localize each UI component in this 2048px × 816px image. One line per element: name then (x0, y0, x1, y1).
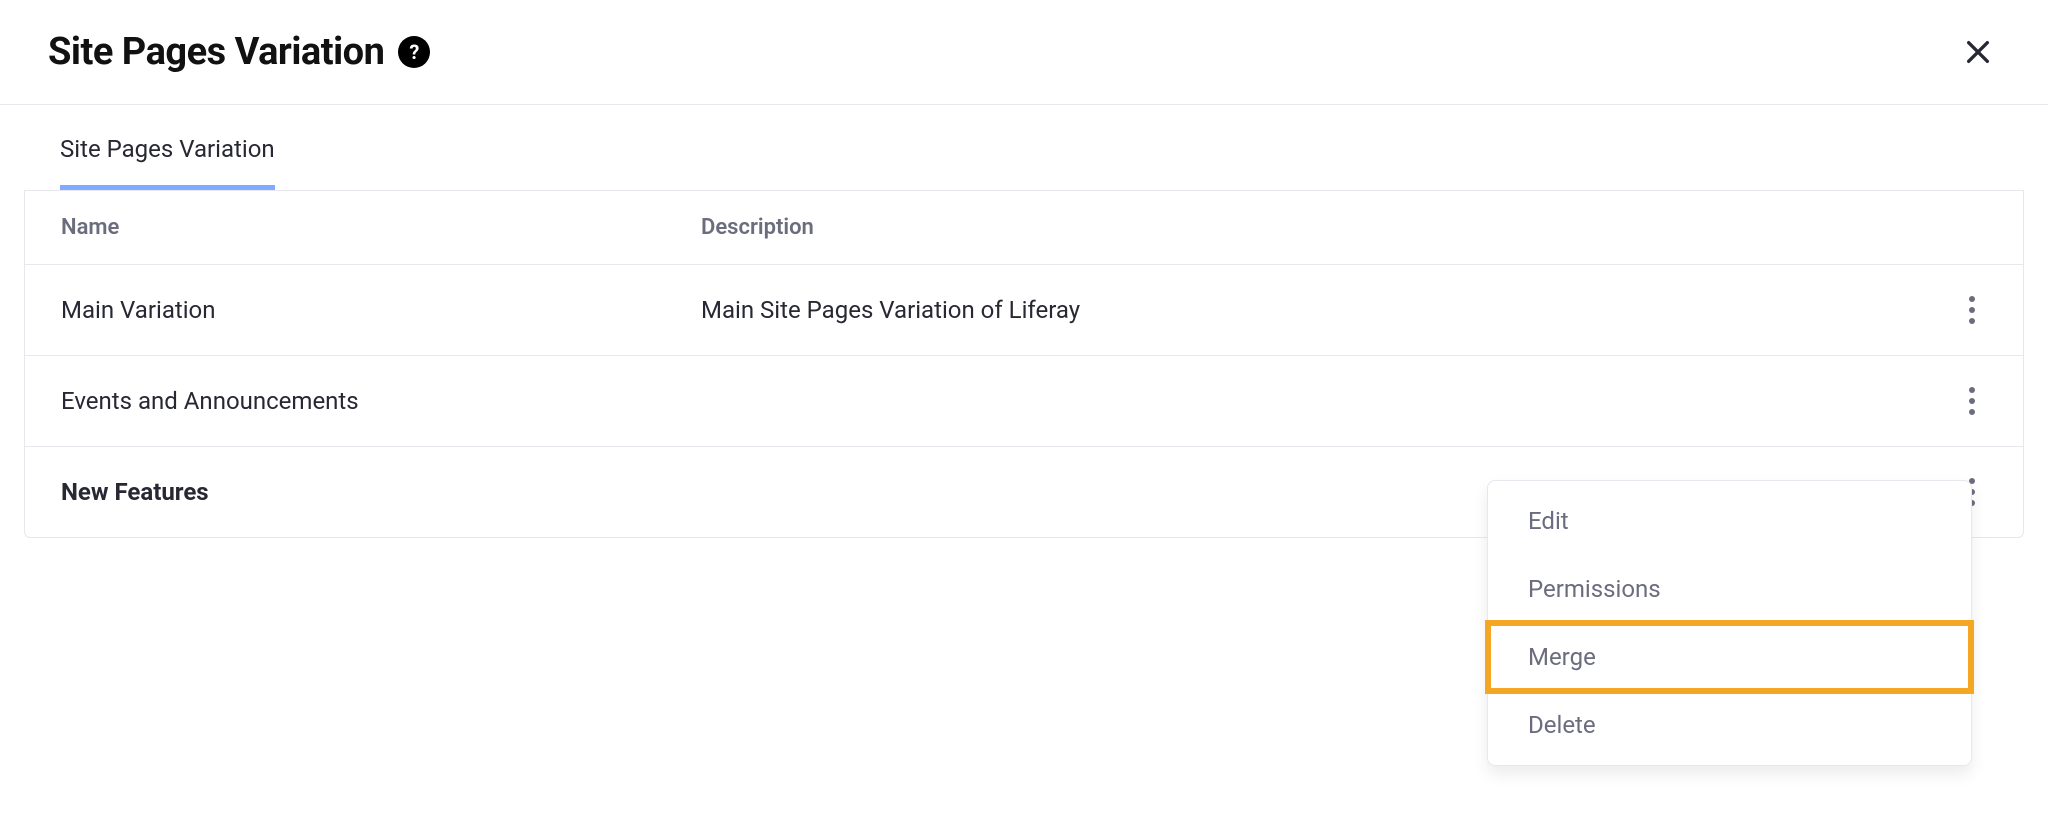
close-icon (1962, 36, 1994, 68)
tab-site-pages-variation[interactable]: Site Pages Variation (60, 135, 275, 190)
row-name[interactable]: Events and Announcements (61, 387, 701, 415)
table-row: Main Variation Main Site Pages Variation… (25, 265, 2023, 356)
column-header-name[interactable]: Name (61, 215, 701, 240)
row-name[interactable]: New Features (61, 478, 701, 506)
tabs: Site Pages Variation (24, 105, 2024, 190)
dropdown-item-permissions[interactable]: Permissions (1488, 555, 1971, 623)
page-title: Site Pages Variation (48, 30, 384, 74)
table-row: Events and Announcements (25, 356, 2023, 447)
row-actions-button[interactable] (1957, 386, 1987, 416)
header-left: Site Pages Variation ? (48, 30, 430, 74)
row-description: Main Site Pages Variation of Liferay (701, 296, 1927, 324)
help-icon[interactable]: ? (398, 36, 430, 68)
page-header: Site Pages Variation ? (0, 0, 2048, 105)
table-header: Name Description (25, 190, 2023, 265)
row-name[interactable]: Main Variation (61, 296, 701, 324)
content-area: Site Pages Variation Name Description Ma… (0, 105, 2048, 538)
dropdown-item-edit[interactable]: Edit (1488, 487, 1971, 555)
row-actions-button[interactable] (1957, 295, 1987, 325)
dropdown-item-delete[interactable]: Delete (1488, 691, 1971, 759)
column-header-description[interactable]: Description (701, 215, 1927, 240)
actions-dropdown: Edit Permissions Merge Delete (1487, 480, 1972, 766)
close-button[interactable] (1956, 30, 2000, 74)
dropdown-item-merge[interactable]: Merge (1488, 623, 1971, 691)
